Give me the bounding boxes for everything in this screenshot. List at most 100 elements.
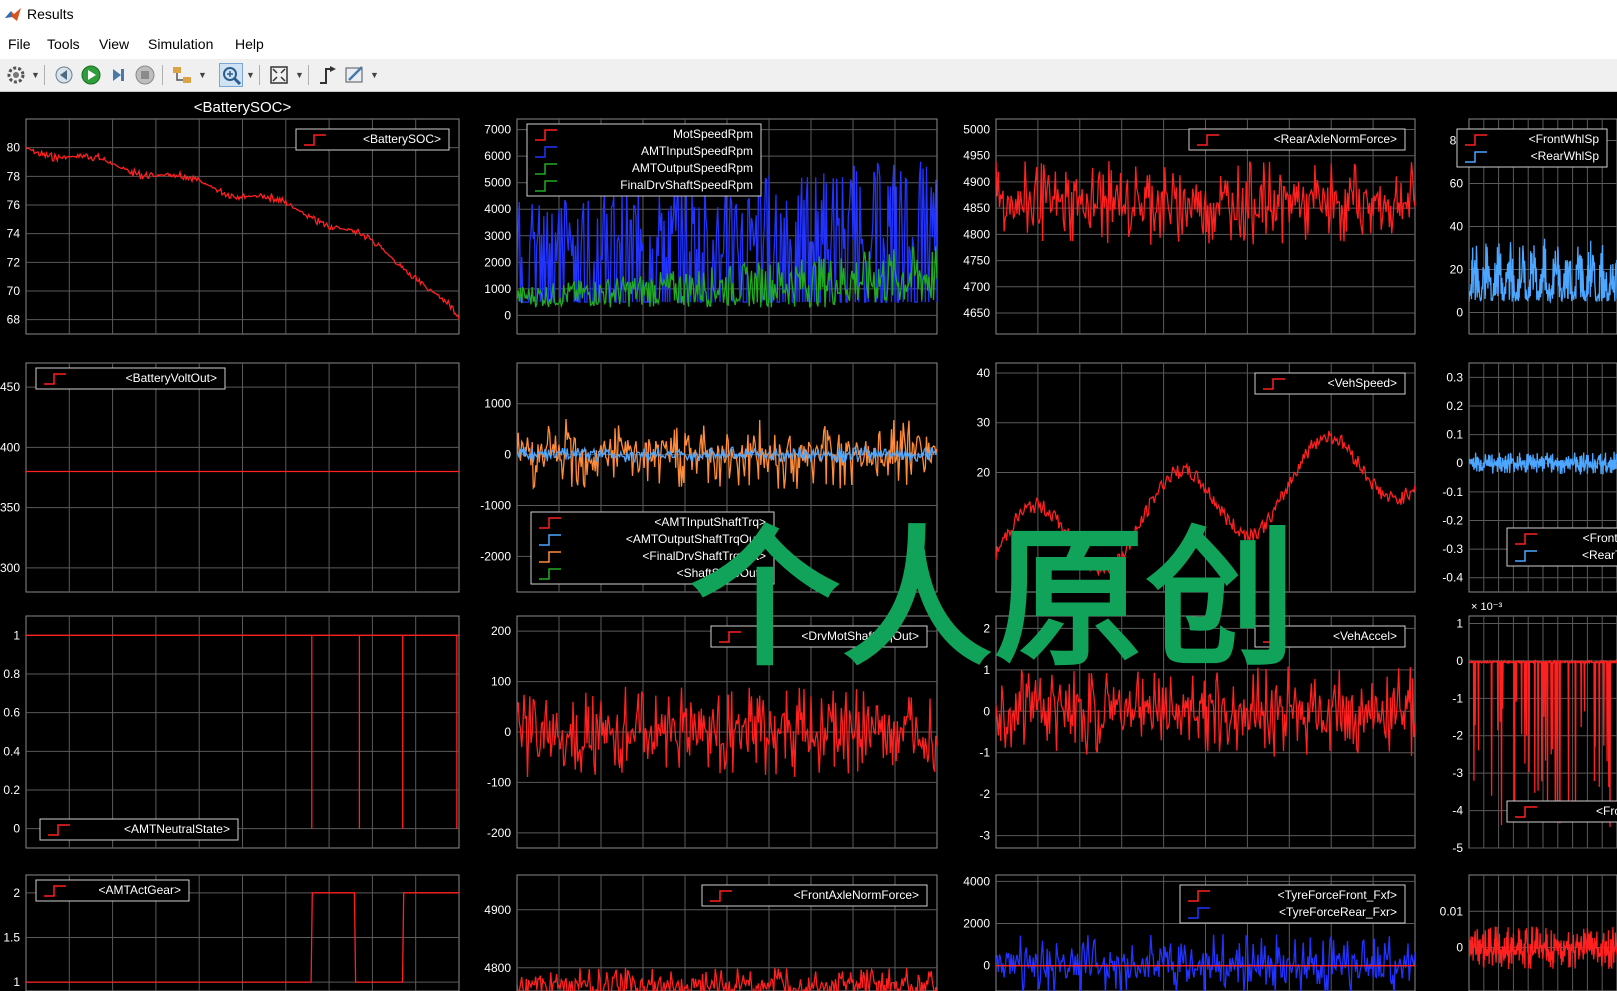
- zoom-dropdown-icon[interactable]: ▼: [246, 63, 255, 87]
- y-tick-label: -0.3: [1442, 542, 1463, 556]
- y-tick-label: 0: [983, 704, 990, 718]
- zoom-icon[interactable]: [219, 63, 243, 87]
- y-tick-label: 1000: [484, 397, 511, 411]
- settings-dropdown-icon[interactable]: ▼: [31, 63, 40, 87]
- stop-icon[interactable]: [133, 63, 157, 87]
- y-tick-label: 78: [7, 169, 21, 183]
- legend[interactable]: <FrontTyreS <RearTyreSl: [1506, 527, 1617, 567]
- y-tick-label: 80: [7, 141, 21, 155]
- y-tick-label: 350: [0, 501, 20, 515]
- y-tick-label: 40: [1450, 220, 1464, 234]
- y-tick-label: 4000: [963, 874, 990, 888]
- y-tick-label: 4750: [963, 254, 990, 268]
- y-tick-label: 4900: [963, 175, 990, 189]
- y-tick-label: 0: [983, 959, 990, 973]
- fit-dropdown-icon[interactable]: ▼: [295, 63, 304, 87]
- legend-label: <RearAxleNormForce>: [1274, 132, 1397, 146]
- menu-view[interactable]: View: [99, 36, 129, 52]
- legend-label: <BatterySOC>: [363, 132, 441, 146]
- y-tick-label: 3000: [484, 229, 511, 243]
- fit-to-view-icon[interactable]: [267, 63, 291, 87]
- y-tick-label: 0: [504, 725, 511, 739]
- plot-battery-soc[interactable]: 80 78 76 74 72 70 68 <BatterySOC> <BatterySOC>: [7, 99, 460, 335]
- legend-label: <TyreForceFront_Fxf>: [1278, 888, 1397, 902]
- y-tick-label: 4700: [963, 280, 990, 294]
- plot-rear-axle-norm-force[interactable]: 5000 4950 4900 4850 4800 4750 4700 4650 <RearAxl…: [963, 118, 1416, 335]
- legend-label: <BatteryVoltOut>: [126, 371, 217, 385]
- plot-tyre-force[interactable]: 4000 2000 0 <TyreForceFront_Fxf> <TyreForceR…: [963, 874, 1416, 991]
- settings-icon[interactable]: [4, 63, 28, 87]
- plot-slip[interactable]: 0.3 0.2 0.1 0 -0.1 -0.2 -0.3 -0.4 <FrontTyreS <Re…: [1442, 362, 1617, 593]
- legend-label: <RearWhlSp: [1531, 149, 1600, 163]
- y-tick-label: 1000: [484, 282, 511, 296]
- y-tick-label: 0.6: [3, 706, 20, 720]
- signal-selector-icon[interactable]: [170, 63, 194, 87]
- legend[interactable]: <FrontWh: [1506, 800, 1617, 823]
- legend-label: <RearTyreSl: [1582, 548, 1617, 562]
- legend-label: FinalDrvShaftSpeedRpm: [620, 178, 753, 192]
- legend-label: <AMTActGear>: [99, 883, 181, 897]
- y-tick-label: 74: [7, 227, 21, 241]
- y-tick-label: -0.2: [1442, 513, 1463, 527]
- y-tick-label: 2: [13, 886, 20, 900]
- menu-simulation[interactable]: Simulation: [148, 36, 213, 52]
- legend-label: AMTInputSpeedRpm: [641, 144, 753, 158]
- y-tick-label: 1: [13, 628, 20, 642]
- trigger-icon[interactable]: [316, 63, 340, 87]
- legend[interactable]: <AMTActGear>: [35, 879, 190, 902]
- legend-label: <FrontAxleNormForce>: [794, 888, 919, 902]
- y-tick-label: 0: [1456, 941, 1463, 955]
- y-tick-label: 68: [7, 313, 21, 327]
- y-tick-label: 4850: [963, 201, 990, 215]
- plot-small-right[interactable]: 0.01 0: [1440, 874, 1617, 991]
- legend[interactable]: <TyreForceFront_Fxf> <TyreForceRear_Fxr>: [1179, 884, 1406, 924]
- plot-amt-gear[interactable]: 2 1.5 1 <AMTActGear>: [3, 874, 460, 991]
- plot-wheel-speed[interactable]: 806040200<FrontWhlSp<RearWhlSp: [1450, 118, 1617, 335]
- legend-label: AMTOutputSpeedRpm: [632, 161, 753, 175]
- menu-bar: File Tools View Simulation Help: [0, 30, 1617, 59]
- y-tick-label: 30: [977, 416, 991, 430]
- legend[interactable]: <BatteryVoltOut>: [35, 367, 226, 390]
- toolbar: ▼ ▼ ▼ ▼ ▼: [0, 59, 1617, 92]
- y-tick-label: 100: [491, 675, 511, 689]
- y-tick-label: -3: [979, 829, 990, 843]
- plot-battery-volt[interactable]: 450 400 350 300 <BatteryVoltOut>: [0, 362, 460, 593]
- menu-tools[interactable]: Tools: [47, 36, 80, 52]
- plot-wheel-torque-small[interactable]: 1 0 -1 -2 -3 -4 -5 × 10⁻³ <FrontWh: [1452, 601, 1617, 855]
- y-tick-label: -4: [1452, 804, 1463, 818]
- legend-label: <VehAccel>: [1333, 629, 1397, 643]
- menu-file[interactable]: File: [8, 36, 31, 52]
- plot-amt-neutral[interactable]: 1 0.8 0.6 0.4 0.2 0 <AMTNeutralState>: [3, 615, 460, 849]
- step-back-icon[interactable]: [52, 63, 76, 87]
- legend[interactable]: <VehSpeed>: [1254, 372, 1406, 395]
- y-tick-label: -1: [979, 746, 990, 760]
- y-tick-label: 0.8: [3, 667, 20, 681]
- y-tick-label: 400: [0, 440, 20, 454]
- legend[interactable]: <FrontAxleNormForce>: [701, 884, 928, 907]
- y-tick-label: 1.5: [3, 930, 20, 944]
- legend[interactable]: <RearAxleNormForce>: [1188, 128, 1406, 151]
- plot-front-axle-norm-force[interactable]: 4900 4800 <FrontAxleNormForce>: [484, 874, 938, 991]
- y-tick-label: 0.3: [1446, 370, 1463, 384]
- step-forward-icon[interactable]: [106, 63, 130, 87]
- y-tick-label: 5000: [963, 122, 990, 136]
- y-tick-label: 1: [13, 975, 20, 989]
- legend[interactable]: <FrontWhlSp <RearWhlSp: [1456, 128, 1608, 168]
- title-bar: Results: [0, 0, 1617, 30]
- y-tick-label: 0: [1456, 306, 1463, 320]
- plot-speeds[interactable]: 7000 6000 5000 4000 3000 2000 1000 0 MotSpeedRpm…: [484, 118, 938, 335]
- signal-dropdown-icon[interactable]: ▼: [198, 63, 207, 87]
- style-dropdown-icon[interactable]: ▼: [370, 63, 379, 87]
- style-icon[interactable]: [343, 63, 367, 87]
- run-icon[interactable]: [79, 63, 103, 87]
- y-tick-label: 0: [504, 308, 511, 322]
- menu-help[interactable]: Help: [235, 36, 264, 52]
- y-tick-label: -2: [1452, 729, 1463, 743]
- legend[interactable]: <BatterySOC>: [295, 128, 450, 151]
- toolbar-divider: [44, 65, 45, 85]
- y-tick-label: 1: [1456, 616, 1463, 630]
- legend[interactable]: <AMTNeutralState>: [39, 818, 239, 841]
- y-tick-label: 450: [0, 380, 20, 394]
- y-tick-label: 0: [1456, 456, 1463, 470]
- legend[interactable]: MotSpeedRpm AMTInputSpeedRpm AMTOutputSpee…: [526, 123, 762, 197]
